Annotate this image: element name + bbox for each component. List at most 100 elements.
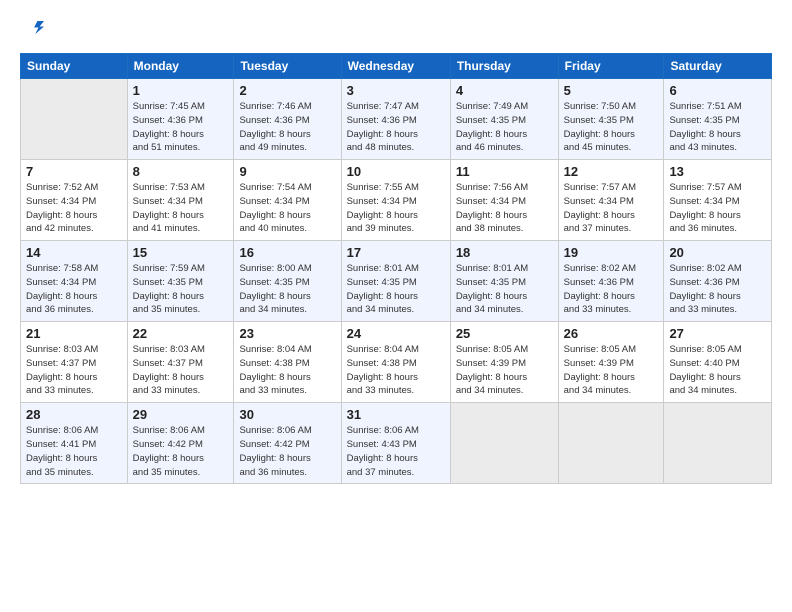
day-number: 28 (26, 407, 122, 422)
header (20, 16, 772, 43)
week-row-4: 21 Sunrise: 8:03 AM Sunset: 4:37 PM Dayli… (21, 322, 772, 403)
calendar: SundayMondayTuesdayWednesdayThursdayFrid… (20, 53, 772, 484)
day-info: Sunrise: 7:55 AM Sunset: 4:34 PM Dayligh… (347, 181, 445, 236)
weekday-header-sunday: Sunday (21, 54, 128, 79)
weekday-header-saturday: Saturday (664, 54, 772, 79)
week-row-1: 1 Sunrise: 7:45 AM Sunset: 4:36 PM Daylig… (21, 79, 772, 160)
weekday-header-friday: Friday (558, 54, 664, 79)
calendar-cell: 5 Sunrise: 7:50 AM Sunset: 4:35 PM Daylig… (558, 79, 664, 160)
day-info: Sunrise: 8:04 AM Sunset: 4:38 PM Dayligh… (347, 343, 445, 398)
day-number: 27 (669, 326, 766, 341)
week-row-5: 28 Sunrise: 8:06 AM Sunset: 4:41 PM Dayli… (21, 403, 772, 484)
page: SundayMondayTuesdayWednesdayThursdayFrid… (0, 0, 792, 612)
day-info: Sunrise: 8:01 AM Sunset: 4:35 PM Dayligh… (347, 262, 445, 317)
day-info: Sunrise: 8:05 AM Sunset: 4:40 PM Dayligh… (669, 343, 766, 398)
day-info: Sunrise: 8:03 AM Sunset: 4:37 PM Dayligh… (26, 343, 122, 398)
day-number: 26 (564, 326, 659, 341)
day-number: 15 (133, 245, 229, 260)
day-number: 21 (26, 326, 122, 341)
calendar-cell: 3 Sunrise: 7:47 AM Sunset: 4:36 PM Daylig… (341, 79, 450, 160)
week-row-3: 14Sunrise: 7:58 AM Sunset: 4:34 PM Dayli… (21, 241, 772, 322)
day-number: 24 (347, 326, 445, 341)
calendar-cell (558, 403, 664, 484)
day-info: Sunrise: 7:57 AM Sunset: 4:34 PM Dayligh… (669, 181, 766, 236)
day-info: Sunrise: 7:47 AM Sunset: 4:36 PM Dayligh… (347, 100, 445, 155)
day-number: 2 (239, 83, 335, 98)
calendar-cell: 26Sunrise: 8:05 AM Sunset: 4:39 PM Dayli… (558, 322, 664, 403)
day-info: Sunrise: 7:46 AM Sunset: 4:36 PM Dayligh… (239, 100, 335, 155)
calendar-cell: 1 Sunrise: 7:45 AM Sunset: 4:36 PM Daylig… (127, 79, 234, 160)
day-info: Sunrise: 8:00 AM Sunset: 4:35 PM Dayligh… (239, 262, 335, 317)
day-info: Sunrise: 7:52 AM Sunset: 4:34 PM Dayligh… (26, 181, 122, 236)
day-number: 5 (564, 83, 659, 98)
weekday-header-tuesday: Tuesday (234, 54, 341, 79)
day-number: 17 (347, 245, 445, 260)
day-info: Sunrise: 8:06 AM Sunset: 4:41 PM Dayligh… (26, 424, 122, 479)
day-number: 30 (239, 407, 335, 422)
day-info: Sunrise: 8:04 AM Sunset: 4:38 PM Dayligh… (239, 343, 335, 398)
calendar-cell (450, 403, 558, 484)
day-number: 9 (239, 164, 335, 179)
calendar-cell: 23 Sunrise: 8:04 AM Sunset: 4:38 PM Dayli… (234, 322, 341, 403)
calendar-cell: 9 Sunrise: 7:54 AM Sunset: 4:34 PM Daylig… (234, 160, 341, 241)
calendar-cell: 15Sunrise: 7:59 AM Sunset: 4:35 PM Dayli… (127, 241, 234, 322)
day-info: Sunrise: 7:50 AM Sunset: 4:35 PM Dayligh… (564, 100, 659, 155)
calendar-cell: 6Sunrise: 7:51 AM Sunset: 4:35 PM Daylig… (664, 79, 772, 160)
day-info: Sunrise: 7:54 AM Sunset: 4:34 PM Dayligh… (239, 181, 335, 236)
calendar-cell: 10 Sunrise: 7:55 AM Sunset: 4:34 PM Dayli… (341, 160, 450, 241)
calendar-cell (21, 79, 128, 160)
calendar-cell: 17 Sunrise: 8:01 AM Sunset: 4:35 PM Dayli… (341, 241, 450, 322)
day-number: 23 (239, 326, 335, 341)
day-number: 25 (456, 326, 553, 341)
day-number: 16 (239, 245, 335, 260)
weekday-header-thursday: Thursday (450, 54, 558, 79)
day-number: 20 (669, 245, 766, 260)
day-number: 19 (564, 245, 659, 260)
logo (20, 16, 44, 43)
day-info: Sunrise: 8:01 AM Sunset: 4:35 PM Dayligh… (456, 262, 553, 317)
day-number: 3 (347, 83, 445, 98)
day-info: Sunrise: 8:05 AM Sunset: 4:39 PM Dayligh… (456, 343, 553, 398)
day-number: 12 (564, 164, 659, 179)
calendar-cell: 2 Sunrise: 7:46 AM Sunset: 4:36 PM Daylig… (234, 79, 341, 160)
day-info: Sunrise: 7:45 AM Sunset: 4:36 PM Dayligh… (133, 100, 229, 155)
day-number: 4 (456, 83, 553, 98)
day-number: 18 (456, 245, 553, 260)
day-info: Sunrise: 7:49 AM Sunset: 4:35 PM Dayligh… (456, 100, 553, 155)
day-info: Sunrise: 8:02 AM Sunset: 4:36 PM Dayligh… (669, 262, 766, 317)
calendar-cell: 27 Sunrise: 8:05 AM Sunset: 4:40 PM Dayli… (664, 322, 772, 403)
logo-icon (22, 16, 44, 38)
day-number: 8 (133, 164, 229, 179)
calendar-cell: 21 Sunrise: 8:03 AM Sunset: 4:37 PM Dayli… (21, 322, 128, 403)
day-number: 14 (26, 245, 122, 260)
calendar-cell: 22Sunrise: 8:03 AM Sunset: 4:37 PM Dayli… (127, 322, 234, 403)
weekday-header-row: SundayMondayTuesdayWednesdayThursdayFrid… (21, 54, 772, 79)
day-number: 10 (347, 164, 445, 179)
day-number: 7 (26, 164, 122, 179)
calendar-cell: 7 Sunrise: 7:52 AM Sunset: 4:34 PM Daylig… (21, 160, 128, 241)
calendar-cell: 30 Sunrise: 8:06 AM Sunset: 4:42 PM Dayli… (234, 403, 341, 484)
calendar-cell: 4 Sunrise: 7:49 AM Sunset: 4:35 PM Daylig… (450, 79, 558, 160)
weekday-header-monday: Monday (127, 54, 234, 79)
calendar-cell: 12 Sunrise: 7:57 AM Sunset: 4:34 PM Dayli… (558, 160, 664, 241)
day-info: Sunrise: 8:03 AM Sunset: 4:37 PM Dayligh… (133, 343, 229, 398)
calendar-cell: 19Sunrise: 8:02 AM Sunset: 4:36 PM Dayli… (558, 241, 664, 322)
day-info: Sunrise: 7:57 AM Sunset: 4:34 PM Dayligh… (564, 181, 659, 236)
day-number: 1 (133, 83, 229, 98)
day-info: Sunrise: 8:06 AM Sunset: 4:42 PM Dayligh… (133, 424, 229, 479)
calendar-cell: 24 Sunrise: 8:04 AM Sunset: 4:38 PM Dayli… (341, 322, 450, 403)
calendar-cell (664, 403, 772, 484)
calendar-cell: 25 Sunrise: 8:05 AM Sunset: 4:39 PM Dayli… (450, 322, 558, 403)
calendar-cell: 8 Sunrise: 7:53 AM Sunset: 4:34 PM Daylig… (127, 160, 234, 241)
day-info: Sunrise: 8:06 AM Sunset: 4:42 PM Dayligh… (239, 424, 335, 479)
day-number: 29 (133, 407, 229, 422)
day-number: 11 (456, 164, 553, 179)
calendar-cell: 20 Sunrise: 8:02 AM Sunset: 4:36 PM Dayli… (664, 241, 772, 322)
day-info: Sunrise: 7:53 AM Sunset: 4:34 PM Dayligh… (133, 181, 229, 236)
calendar-cell: 11Sunrise: 7:56 AM Sunset: 4:34 PM Dayli… (450, 160, 558, 241)
calendar-cell: 16 Sunrise: 8:00 AM Sunset: 4:35 PM Dayli… (234, 241, 341, 322)
calendar-cell: 18 Sunrise: 8:01 AM Sunset: 4:35 PM Dayli… (450, 241, 558, 322)
day-info: Sunrise: 7:51 AM Sunset: 4:35 PM Dayligh… (669, 100, 766, 155)
day-number: 13 (669, 164, 766, 179)
calendar-cell: 28 Sunrise: 8:06 AM Sunset: 4:41 PM Dayli… (21, 403, 128, 484)
